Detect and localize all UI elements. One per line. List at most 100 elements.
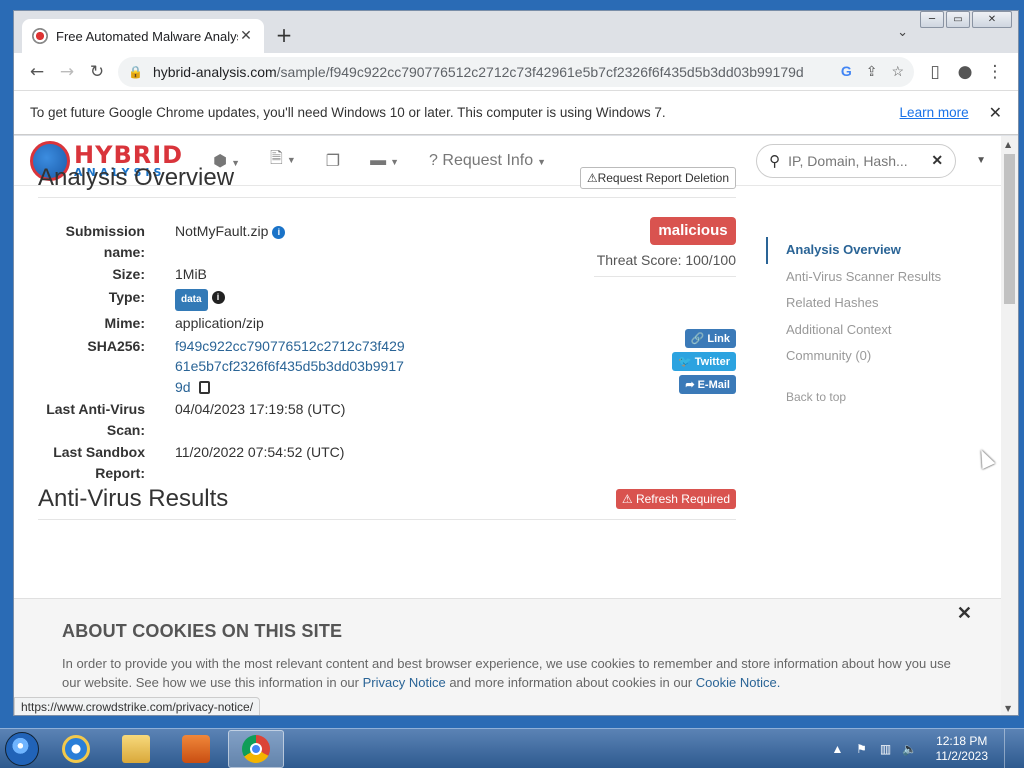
cookie-text: In order to provide you with the most re… [62,656,951,690]
share-link-button[interactable]: 🔗 Link [684,329,736,348]
tab-strip: Free Automated Malware Analysis Service … [14,11,1018,53]
clock-time: 12:18 PM [936,733,988,748]
profile-avatar-icon[interactable]: ● [950,57,980,87]
taskbar-ie[interactable] [48,730,104,768]
sandbox-value: 11/20/2022 07:54:52 (UTC) [175,444,345,460]
table-of-contents: Analysis Overview Anti-Virus Scanner Res… [766,237,941,404]
taskbar-media-player[interactable] [168,730,224,768]
toc-related-hashes[interactable]: Related Hashes [766,290,941,317]
lock-icon: 🔒 [128,64,143,79]
windows-orb-icon [5,731,39,766]
window-close-button[interactable]: ✕ [972,11,1012,28]
sha256-label: SHA256: [87,337,145,354]
side-panel-icon[interactable]: ▯ [920,57,950,87]
divider [594,276,736,277]
url-path: /sample/f949c922cc790776512c2712c73f4296… [276,63,804,80]
tab-close-icon[interactable]: ✕ [238,28,254,44]
scroll-down-icon[interactable]: ▼ [1005,704,1011,713]
submission-value: NotMyFault.zip [175,223,269,239]
menu-kebab-icon[interactable]: ⋮ [980,57,1010,87]
file-explorer-icon [122,734,150,763]
threat-score: Threat Score: 100/100 [596,252,736,268]
tab-search-chevron-icon[interactable]: ⌄ [897,25,908,40]
cookie-title: ABOUT COOKIES ON THIS SITE [62,621,343,641]
reload-button[interactable]: ↻ [82,57,112,87]
analysis-overview-header: Analysis Overview ⚠Request Report Deleti… [38,158,736,198]
infobar-text: To get future Google Chrome updates, you… [30,105,666,120]
mime-value: application/zip [175,315,264,331]
user-menu-caret-icon[interactable]: ▼ [976,155,986,166]
toc-analysis-overview[interactable]: Analysis Overview [766,237,941,264]
bookmark-star-icon[interactable]: ☆ [891,63,904,80]
maximize-button[interactable]: ▭ [946,11,970,28]
toc-community[interactable]: Community (0) [766,343,941,370]
windows-taskbar: ▲ ⚑ ▥ 🔈 12:18 PM 11/2/2023 [0,728,1024,768]
show-desktop-button[interactable] [1004,728,1016,768]
taskbar-chrome[interactable] [228,729,284,768]
share-email-button[interactable]: ➦ E-Mail [679,375,736,394]
cookie-notice-link[interactable]: Cookie Notice. [696,675,781,690]
back-to-top-link[interactable]: Back to top [766,390,941,404]
cookie-close-icon[interactable]: ✕ [957,603,972,624]
web-page: HYBRID ANALYSIS ⬢ ▼ 🗎 ▼ ❐ ▬ ▼ ? Request Inf… [14,136,1002,715]
type-badge: data [175,288,208,311]
site-search-input[interactable]: ⚲ IP, Domain, Hash... ✕ [756,143,957,178]
start-button[interactable] [0,729,44,768]
share-icon[interactable]: ⇪ [866,63,878,80]
size-value: 1MiB [175,266,207,282]
learn-more-link[interactable]: Learn more [900,105,969,120]
tray-expand-icon[interactable]: ▲ [830,742,846,756]
clock-date: 11/2/2023 [935,748,989,763]
info-icon[interactable]: i [272,225,286,239]
copy-clipboard-icon[interactable] [198,381,210,395]
av-results-header: Anti-Virus Results ⚠ Refresh Required [38,478,736,520]
address-bar[interactable]: 🔒 hybrid-analysis.com/sample/f949c922cc7… [118,56,914,87]
privacy-notice-link[interactable]: Privacy Notice [363,675,446,690]
scroll-up-icon[interactable]: ▲ [1005,140,1011,149]
av-results-title: Anti-Virus Results [38,484,229,512]
browser-toolbar: ← → ↻ 🔒 hybrid-analysis.com/sample/f949c… [14,53,1018,91]
system-tray: ▲ ⚑ ▥ 🔈 12:18 PM 11/2/2023 [830,728,1024,768]
search-placeholder: IP, Domain, Hash... [788,152,908,169]
update-infobar: To get future Google Chrome updates, you… [14,91,1018,135]
av-scan-label: Last Anti-Virus Scan: [46,401,145,438]
window-controls: ─ ▭ ✕ [920,11,1012,28]
network-icon[interactable]: ▥ [878,742,894,756]
chrome-icon [242,734,270,763]
page-title: Analysis Overview [38,163,235,191]
toc-av-scanner-results[interactable]: Anti-Virus Scanner Results [766,264,941,291]
internet-explorer-icon [62,734,90,763]
size-label: Size: [112,266,145,282]
page-scrollbar[interactable]: ▲ ▼ [1001,136,1018,715]
new-tab-button[interactable]: + [272,23,296,47]
refresh-required-button[interactable]: ⚠ Refresh Required [615,488,736,509]
scroll-thumb[interactable] [1004,154,1015,304]
clock[interactable]: 12:18 PM 11/2/2023 [936,734,989,764]
taskbar-explorer[interactable] [108,730,164,768]
tab-title: Free Automated Malware Analysis Service … [56,28,238,44]
media-player-icon [182,734,210,763]
minimize-button[interactable]: ─ [920,11,944,28]
back-button[interactable]: ← [22,57,52,87]
sandbox-label: Last Sandbox Report: [53,444,145,481]
verdict-badge: malicious [650,217,736,245]
request-deletion-button[interactable]: ⚠Request Report Deletion [579,166,736,189]
search-clear-icon[interactable]: ✕ [931,152,943,169]
infobar-close-icon[interactable]: ✕ [989,103,1002,123]
toc-additional-context[interactable]: Additional Context [766,317,941,344]
share-twitter-button[interactable]: 🐦 Twitter [671,352,736,371]
status-bar-url: https://www.crowdstrike.com/privacy-noti… [14,697,261,715]
av-scan-value: 04/04/2023 17:19:58 (UTC) [175,401,346,417]
type-info-icon[interactable]: i [211,291,225,305]
site-favicon-icon [32,28,48,44]
action-center-flag-icon[interactable]: ⚑ [854,742,870,756]
google-lens-icon[interactable]: G [841,63,852,80]
volume-muted-icon[interactable]: 🔈 [902,742,918,756]
chrome-window: Free Automated Malware Analysis Service … [13,10,1019,716]
submission-label: Submission name: [65,223,145,260]
search-icon: ⚲ [769,152,781,170]
browser-tab[interactable]: Free Automated Malware Analysis Service … [22,19,264,53]
forward-button[interactable]: → [52,57,82,87]
url-host: hybrid-analysis.com [152,63,277,80]
sample-details: Submission name: NotMyFault.zip i Size: 1Mi… [38,221,558,485]
